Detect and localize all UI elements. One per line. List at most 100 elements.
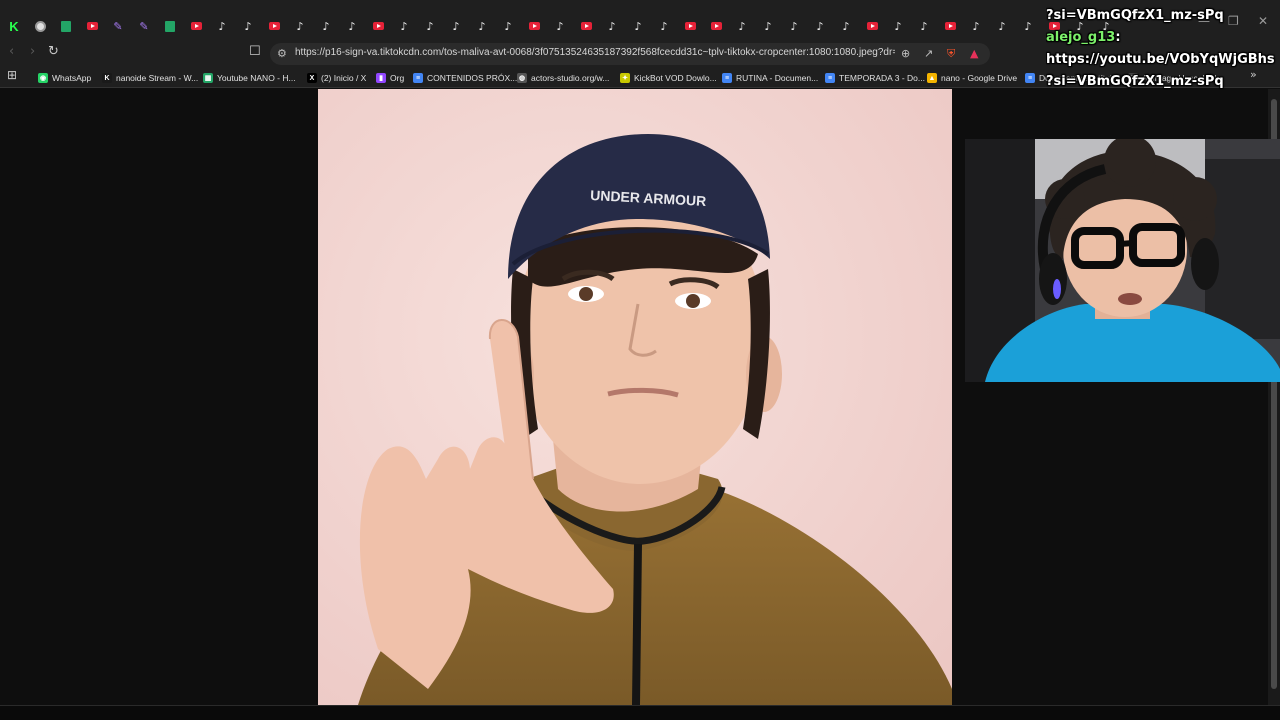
- browser-tab[interactable]: ♪: [240, 18, 256, 34]
- bookmark-item[interactable]: X (2) Inicio / X: [307, 71, 366, 85]
- browser-tab[interactable]: ♪: [448, 18, 464, 34]
- bookmark-item[interactable]: ≡ RUTINA - Documen...: [722, 71, 818, 85]
- tiktok-icon: ♪: [894, 19, 902, 33]
- whatsapp-icon: ◉: [38, 73, 48, 83]
- feather-icon: ✎: [113, 19, 123, 33]
- tiktok-icon: ♪: [296, 19, 304, 33]
- bookmark-item[interactable]: ≡ TEMPORADA 3 - Do...: [825, 71, 925, 85]
- tiktok-icon: ♪: [556, 19, 564, 33]
- bookmark-item[interactable]: ◍ actors-studio.org/w...: [517, 71, 609, 85]
- back-button[interactable]: ‹: [9, 44, 14, 59]
- browser-tab[interactable]: [266, 18, 282, 34]
- browser-tab[interactable]: ♪: [604, 18, 620, 34]
- browser-tab[interactable]: ♪: [968, 18, 984, 34]
- browser-tab[interactable]: [84, 18, 100, 34]
- bookmark-item[interactable]: ▦ Youtube NANO - H...: [203, 71, 296, 85]
- brave-shield-icon[interactable]: ⛨: [947, 47, 955, 61]
- twitch-icon: ▮: [376, 73, 386, 83]
- youtube-icon: [866, 22, 878, 30]
- globe-icon: ◍: [517, 73, 527, 83]
- browser-tab[interactable]: [162, 18, 178, 34]
- bot-icon: ✦: [620, 73, 630, 83]
- tiktok-icon: ♪: [790, 19, 798, 33]
- browser-tab[interactable]: [526, 18, 542, 34]
- chrome-icon: [34, 20, 46, 32]
- browser-tab[interactable]: ♪: [344, 18, 360, 34]
- browser-tab[interactable]: [32, 18, 48, 34]
- youtube-icon: [684, 22, 696, 30]
- browser-tab[interactable]: ♪: [422, 18, 438, 34]
- browser-tab[interactable]: ♪: [890, 18, 906, 34]
- browser-tab[interactable]: K: [6, 18, 22, 34]
- bottom-bar: [0, 705, 1280, 720]
- apps-grid-icon[interactable]: ⊞: [7, 68, 17, 82]
- tiktok-icon: ♪: [608, 19, 616, 33]
- browser-tab[interactable]: ♪: [916, 18, 932, 34]
- browser-tab[interactable]: ♪: [838, 18, 854, 34]
- x-icon: X: [307, 73, 317, 83]
- youtube-icon: [372, 22, 384, 30]
- browser-tab[interactable]: [942, 18, 958, 34]
- bookmark-label: Youtube NANO - H...: [217, 73, 296, 83]
- bookmark-label: WhatsApp: [52, 73, 92, 83]
- tiktok-icon: ♪: [972, 19, 980, 33]
- bookmark-item[interactable]: ✦ KickBot VOD Dowlo...: [620, 71, 717, 85]
- bookmark-item[interactable]: ▮ Org: [376, 71, 404, 85]
- browser-tab[interactable]: ♪: [214, 18, 230, 34]
- forward-button[interactable]: ›: [30, 44, 35, 59]
- tiktok-icon: ♪: [998, 19, 1006, 33]
- youtube-icon: [528, 22, 540, 30]
- bookmark-label: (2) Inicio / X: [321, 73, 367, 83]
- browser-tab[interactable]: [708, 18, 724, 34]
- browser-tab[interactable]: [188, 18, 204, 34]
- stream-chat-overlay: ?si=VBmGQfzX1_mz-sPq alejo_g13: https://…: [1046, 5, 1280, 93]
- browser-tab[interactable]: ✎: [110, 18, 126, 34]
- browser-tab[interactable]: ♪: [552, 18, 568, 34]
- tiktok-icon: ♪: [920, 19, 928, 33]
- bookmark-label: TEMPORADA 3 - Do...: [839, 73, 925, 83]
- chat-message-line: https://youtu.be/VObYqWjGBhs: [1046, 52, 1275, 67]
- browser-tab[interactable]: [58, 18, 74, 34]
- url-text[interactable]: https://p16-sign-va.tiktokcdn.com/tos-ma…: [295, 47, 895, 58]
- docs-icon: ≡: [413, 73, 423, 83]
- browser-tab[interactable]: ♪: [760, 18, 776, 34]
- site-info-icon[interactable]: ⚙: [277, 47, 287, 60]
- bookmark-item[interactable]: ◉ WhatsApp: [38, 71, 91, 85]
- docs-icon: ≡: [1025, 73, 1035, 83]
- browser-tab[interactable]: ♪: [994, 18, 1010, 34]
- bookmark-item[interactable]: ≡ CONTENIDOS PRÓX...: [413, 71, 517, 85]
- tiktok-icon: ♪: [1024, 19, 1032, 33]
- browser-tab[interactable]: ♪: [292, 18, 308, 34]
- browser-tab[interactable]: ♪: [786, 18, 802, 34]
- browser-tab[interactable]: ♪: [656, 18, 672, 34]
- tiktok-icon: ♪: [400, 19, 408, 33]
- browser-tab[interactable]: [864, 18, 880, 34]
- browser-tab[interactable]: ♪: [1020, 18, 1036, 34]
- browser-tab[interactable]: ♪: [500, 18, 516, 34]
- youtube-icon: [268, 22, 280, 30]
- bookmark-page-icon[interactable]: ☐: [249, 44, 261, 59]
- webcam-illustration: [965, 139, 1280, 382]
- tiktok-icon: ♪: [504, 19, 512, 33]
- reload-button[interactable]: ↻: [48, 44, 59, 59]
- browser-tab[interactable]: ♪: [396, 18, 412, 34]
- bookmark-label: KickBot VOD Dowlo...: [634, 73, 717, 83]
- browser-tab[interactable]: ♪: [630, 18, 646, 34]
- browser-tab[interactable]: [370, 18, 386, 34]
- browser-tab[interactable]: ✎: [136, 18, 152, 34]
- share-icon[interactable]: ↗: [924, 47, 933, 60]
- browser-tab[interactable]: ♪: [474, 18, 490, 34]
- bookmark-item[interactable]: Knanoide Stream - W...: [102, 71, 198, 85]
- bookmark-item[interactable]: ▲ nano - Google Drive: [927, 71, 1017, 85]
- browser-tab[interactable]: ♪: [734, 18, 750, 34]
- bookmark-label: Org: [390, 73, 405, 83]
- bookmark-label: actors-studio.org/w...: [531, 73, 610, 83]
- kick-icon: K: [9, 18, 19, 34]
- browser-tab[interactable]: [682, 18, 698, 34]
- browser-tab[interactable]: [578, 18, 594, 34]
- browser-tab[interactable]: ♪: [318, 18, 334, 34]
- address-bar[interactable]: ⚙ https://p16-sign-va.tiktokcdn.com/tos-…: [270, 43, 990, 65]
- brave-rewards-icon[interactable]: ▲: [970, 47, 978, 60]
- zoom-icon[interactable]: ⊕: [901, 47, 910, 60]
- browser-tab[interactable]: ♪: [812, 18, 828, 34]
